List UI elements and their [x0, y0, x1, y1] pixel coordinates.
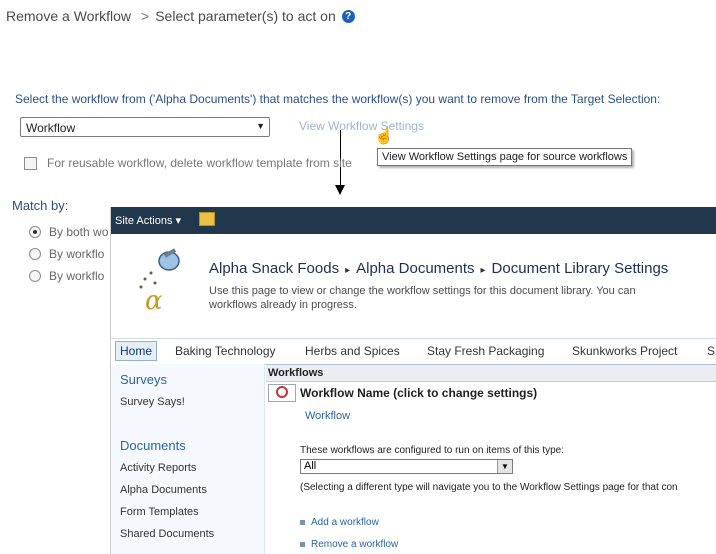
- remove-workflow-link[interactable]: Remove a workflow: [311, 539, 398, 550]
- bullet-icon: [300, 520, 305, 525]
- dropdown-arrow-icon: ▼: [256, 121, 265, 131]
- view-workflow-settings-link[interactable]: View Workflow Settings: [299, 119, 424, 133]
- folder-up-icon[interactable]: [199, 212, 215, 226]
- sharepoint-top-bar: Site Actions ▾: [111, 207, 716, 234]
- workflow-select-value: Workflow: [26, 121, 76, 135]
- site-logo: α: [139, 248, 180, 313]
- tooltip: View Workflow Settings page for source w…: [377, 148, 633, 166]
- radio-button[interactable]: [29, 270, 41, 282]
- add-workflow-action[interactable]: Add a workflow: [300, 517, 379, 528]
- breadcrumb-current: Document Library Settings: [491, 260, 669, 277]
- site-actions-menu[interactable]: Site Actions ▾: [115, 214, 181, 227]
- reusable-workflow-checkbox[interactable]: [24, 156, 37, 170]
- page-title-text: Remove a Workflow: [6, 8, 132, 24]
- nav-item-form-templates[interactable]: Form Templates: [120, 506, 199, 518]
- top-nav-tabs: Home Baking Technology Herbs and Spices …: [111, 338, 716, 365]
- nav-item-survey-says[interactable]: Survey Says!: [120, 396, 185, 408]
- workflow-name-title: Workflow Name (click to change settings): [300, 386, 538, 400]
- page-title: Remove a Workflow > Select parameter(s) …: [6, 8, 355, 24]
- breadcrumb-separator-icon: ▸: [345, 265, 351, 276]
- workflows-header-label: Workflows: [268, 367, 324, 379]
- nav-heading-surveys[interactable]: Surveys: [120, 372, 167, 387]
- breadcrumb-site[interactable]: Alpha Snack Foods: [209, 260, 339, 277]
- configured-text: These workflows are configured to run on…: [300, 445, 565, 456]
- workflow-icon: [268, 384, 296, 402]
- workflow-mark-icon: [276, 386, 288, 398]
- nav-item-alpha-documents[interactable]: Alpha Documents: [120, 484, 207, 496]
- match-by-label: Match by:: [12, 198, 69, 213]
- tab-stay-fresh-packaging[interactable]: Stay Fresh Packaging: [427, 344, 544, 358]
- select-note: (Selecting a different type will navigat…: [300, 482, 678, 493]
- page-subtitle: Select parameter(s) to act on: [155, 8, 336, 24]
- dropdown-arrow-icon[interactable]: ▼: [497, 460, 512, 473]
- workflows-section-header: Workflows: [266, 365, 716, 382]
- svg-text:α: α: [145, 286, 163, 313]
- radio-button[interactable]: [29, 226, 41, 238]
- tab-skunkworks-project[interactable]: Skunkworks Project: [572, 344, 677, 358]
- bullet-icon: [300, 542, 305, 547]
- tab-baking-technology[interactable]: Baking Technology: [175, 344, 276, 358]
- title-separator: >: [141, 8, 150, 24]
- breadcrumb-library[interactable]: Alpha Documents: [356, 260, 474, 277]
- quick-launch: Surveys Survey Says! Documents Activity …: [111, 364, 265, 554]
- nav-heading-documents[interactable]: Documents: [120, 438, 186, 453]
- content-type-select[interactable]: All ▼: [300, 459, 513, 474]
- match-option-label: By workflo: [49, 269, 105, 283]
- pointer-arrow-head: [335, 185, 345, 195]
- description-line: workflows already in progress.: [209, 299, 357, 311]
- match-option-both[interactable]: By both wo: [29, 225, 108, 239]
- workflow-select[interactable]: Workflow ▼: [20, 117, 270, 137]
- match-option-label: By workflo: [49, 247, 105, 261]
- tab-home[interactable]: Home: [115, 341, 158, 361]
- reusable-workflow-label: For reusable workflow, delete workflow t…: [47, 156, 352, 170]
- match-option-label: By both wo: [49, 225, 109, 239]
- nav-item-shared-documents[interactable]: Shared Documents: [120, 528, 214, 540]
- content-type-value: All: [304, 460, 317, 472]
- tab-truncated[interactable]: S: [707, 344, 715, 358]
- tab-herbs-and-spices[interactable]: Herbs and Spices: [305, 344, 400, 358]
- match-option-workflow-1[interactable]: By workflo: [29, 247, 104, 261]
- breadcrumb-separator-icon: ▸: [480, 265, 486, 276]
- instruction-text: Select the workflow from ('Alpha Documen…: [15, 92, 661, 106]
- page-description: Use this page to view or change the work…: [209, 284, 709, 312]
- help-icon[interactable]: ?: [341, 9, 355, 23]
- sharepoint-screenshot: Site Actions ▾ α Alpha Snack Foods ▸ Alpha…: [110, 207, 716, 554]
- hand-cursor-icon: ☝: [374, 128, 394, 145]
- match-option-workflow-2[interactable]: By workflo: [29, 269, 104, 283]
- reusable-workflow-option[interactable]: For reusable workflow, delete workflow t…: [24, 156, 352, 170]
- radio-button[interactable]: [29, 248, 41, 260]
- remove-workflow-action[interactable]: Remove a workflow: [300, 539, 398, 550]
- workflow-link[interactable]: Workflow: [305, 410, 350, 422]
- nav-item-activity-reports[interactable]: Activity Reports: [120, 462, 196, 474]
- description-line: Use this page to view or change the work…: [209, 285, 636, 297]
- add-workflow-link[interactable]: Add a workflow: [311, 517, 379, 528]
- sharepoint-breadcrumb: Alpha Snack Foods ▸ Alpha Documents ▸ Docume…: [209, 260, 668, 277]
